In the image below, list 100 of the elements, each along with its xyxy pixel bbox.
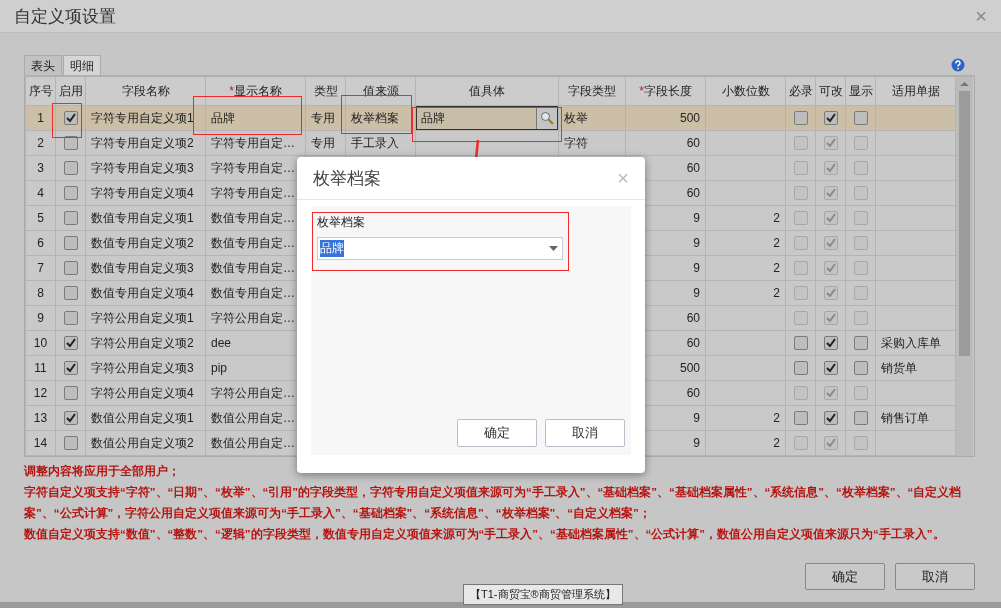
checkbox[interactable] [853, 361, 868, 376]
select-field[interactable]: 品牌 [317, 237, 563, 260]
tab[interactable]: 明细 [63, 55, 101, 75]
checkbox[interactable] [63, 411, 78, 426]
table-cell: 14 [25, 430, 56, 456]
table-cell: 手工录入 [345, 130, 416, 156]
checkbox[interactable] [793, 386, 808, 401]
checkbox[interactable] [63, 386, 78, 401]
checkbox[interactable] [793, 236, 808, 251]
checkbox[interactable] [63, 186, 78, 201]
checkbox[interactable] [853, 186, 868, 201]
table-cell: 13 [25, 405, 56, 431]
table-cell: 1 [25, 105, 56, 131]
scrollbar[interactable] [956, 77, 973, 456]
checkbox[interactable] [63, 161, 78, 176]
checkbox[interactable] [823, 161, 838, 176]
table-cell: 2 [705, 280, 786, 306]
checkbox[interactable] [793, 211, 808, 226]
checkbox[interactable] [63, 261, 78, 276]
cancel-button[interactable]: 取消 [545, 419, 625, 447]
table-cell: 专用 [305, 130, 346, 156]
checkbox[interactable] [793, 311, 808, 326]
help-icon[interactable] [951, 58, 965, 72]
checkbox[interactable] [853, 261, 868, 276]
table-cell: 500 [625, 105, 706, 131]
checkbox[interactable] [793, 336, 808, 351]
table-cell: 字符公用自定义项1 [85, 305, 206, 331]
caret-icon [549, 246, 558, 251]
table-cell: 11 [25, 355, 56, 381]
checkbox[interactable] [793, 286, 808, 301]
checkbox[interactable] [793, 436, 808, 451]
checkbox[interactable] [823, 261, 838, 276]
checkbox[interactable] [793, 261, 808, 276]
table-cell: 数值专用自定义项1 [85, 205, 206, 231]
column-header: 字段名称 [85, 77, 206, 106]
checkbox[interactable] [63, 211, 78, 226]
checkbox[interactable] [853, 161, 868, 176]
tab[interactable]: 表头 [24, 55, 62, 75]
checkbox[interactable] [63, 236, 78, 251]
table-cell: 7 [25, 255, 56, 281]
checkbox[interactable] [63, 111, 78, 126]
checkbox[interactable] [793, 361, 808, 376]
column-header: 字段类型 [558, 77, 626, 106]
table-cell: 2 [705, 430, 786, 456]
checkbox[interactable] [823, 236, 838, 251]
search-icon[interactable] [536, 107, 557, 129]
table-cell: 枚举档案 [345, 105, 416, 131]
checkbox[interactable] [823, 386, 838, 401]
checkbox[interactable] [793, 186, 808, 201]
checkbox[interactable] [823, 136, 838, 151]
note-text: 字符自定义项支持“字符”、“日期”、“枚举”、“引用”的字段类型，字符专用自定义项值来源可为“手工录入”、“基础档案”、“基础档案属性”、“系统信息”、“枚举档案”、“自定义档案”、“公式计算”，字符公用自定义项值来源可为“手工录入”、“基础档案”、“系统信息”、“枚举档案”、“自定义档案”； [24, 484, 963, 521]
checkbox[interactable] [823, 411, 838, 426]
table-cell: 6 [25, 230, 56, 256]
checkbox[interactable] [853, 311, 868, 326]
checkbox[interactable] [853, 386, 868, 401]
checkbox[interactable] [63, 436, 78, 451]
checkbox[interactable] [853, 136, 868, 151]
checkbox[interactable] [793, 136, 808, 151]
checkbox[interactable] [823, 211, 838, 226]
checkbox[interactable] [793, 411, 808, 426]
checkbox[interactable] [793, 161, 808, 176]
checkbox[interactable] [63, 311, 78, 326]
checkbox[interactable] [823, 436, 838, 451]
checkbox[interactable] [853, 111, 868, 126]
confirm-button[interactable]: 确定 [805, 563, 885, 590]
value-field[interactable]: 品牌 [416, 106, 558, 130]
column-header: 值具体 [415, 77, 559, 106]
checkbox[interactable] [853, 286, 868, 301]
table-cell: 字符专用自定义项3 [85, 155, 206, 181]
status-tag: 【T1-商贸宝®商贸管理系统】 [463, 584, 623, 605]
table-cell: 数值公用自定义项2 [85, 430, 206, 456]
table-cell: 数值专用自定义项3 [85, 255, 206, 281]
column-header: 类型 [305, 77, 346, 106]
checkbox[interactable] [823, 361, 838, 376]
checkbox[interactable] [853, 436, 868, 451]
checkbox[interactable] [853, 336, 868, 351]
cancel-button[interactable]: 取消 [895, 563, 975, 590]
table-cell: 2 [705, 405, 786, 431]
checkbox[interactable] [793, 111, 808, 126]
column-header: 序号 [25, 77, 56, 106]
checkbox[interactable] [823, 286, 838, 301]
checkbox[interactable] [823, 186, 838, 201]
checkbox[interactable] [853, 236, 868, 251]
checkbox[interactable] [63, 286, 78, 301]
confirm-button[interactable]: 确定 [457, 419, 537, 447]
column-header: 可改 [815, 77, 846, 106]
checkbox[interactable] [823, 311, 838, 326]
table-cell: 采购入库单 [875, 330, 956, 356]
checkbox[interactable] [823, 111, 838, 126]
field-label: 枚举档案 [317, 214, 366, 231]
checkbox[interactable] [63, 336, 78, 351]
table-cell: 10 [25, 330, 56, 356]
column-header: *显示名称 [205, 77, 306, 106]
checkbox[interactable] [823, 336, 838, 351]
checkbox[interactable] [853, 411, 868, 426]
checkbox[interactable] [63, 361, 78, 376]
checkbox[interactable] [853, 211, 868, 226]
table-cell: 专用 [305, 105, 346, 131]
checkbox[interactable] [63, 136, 78, 151]
table-cell: 9 [25, 305, 56, 331]
